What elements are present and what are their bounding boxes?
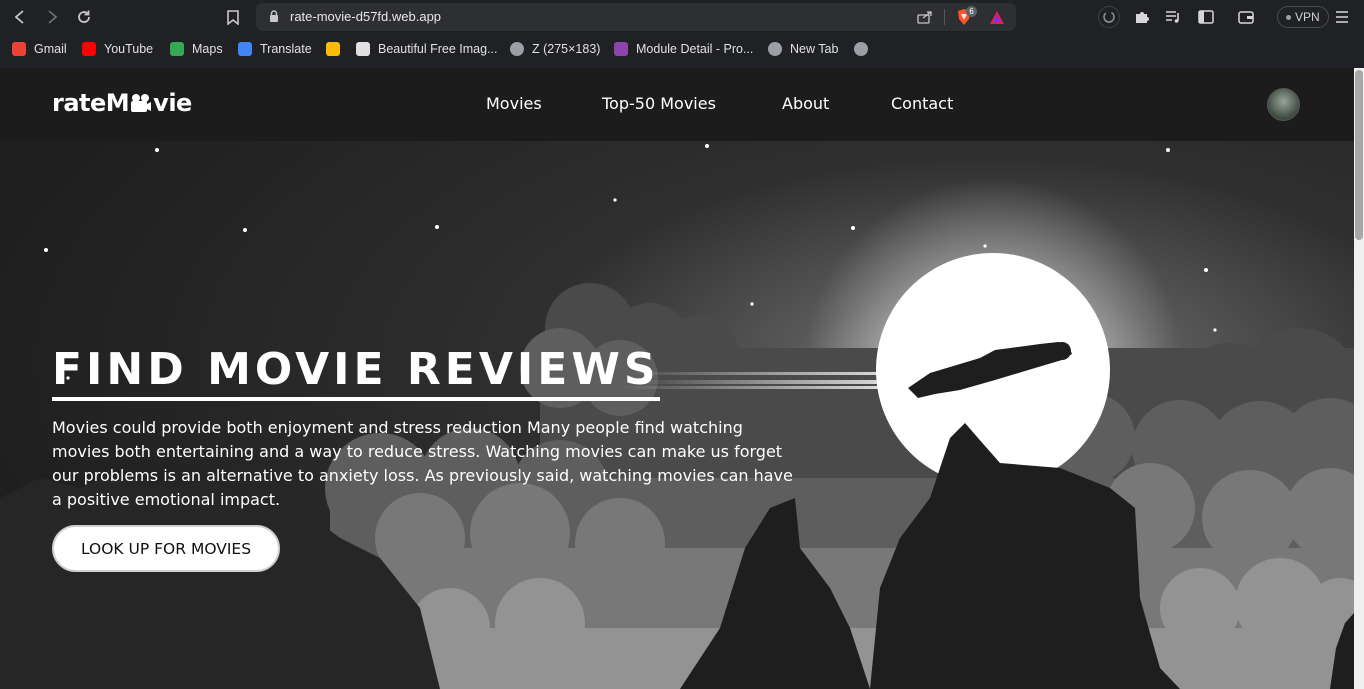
brave-shields-icon[interactable]: 6 [955, 6, 977, 26]
camera-icon [131, 94, 152, 112]
address-bar[interactable]: rate-movie-d57fd.web.app 6 [256, 3, 1016, 31]
hero-description: Movies could provide both enjoyment and … [52, 418, 793, 509]
speed-streaks [620, 372, 930, 389]
url-text: rate-movie-d57fd.web.app [290, 9, 442, 24]
hero-title: FIND MOVIE REVIEWS [52, 344, 660, 401]
wallet-icon[interactable] [1235, 6, 1257, 28]
youtube-icon [82, 42, 96, 56]
logo-text-end: vie [153, 89, 192, 117]
gmail-icon [12, 42, 26, 56]
drive-icon [326, 42, 340, 56]
sync-icon[interactable] [1098, 6, 1120, 28]
bookmark-item[interactable]: YouTube [82, 40, 153, 58]
bookmark-label: Module Detail - Pro... [636, 42, 754, 56]
back-icon[interactable] [9, 6, 31, 28]
bookmark-item[interactable]: Z (275×183) [510, 40, 600, 58]
vpn-status-dot [1286, 15, 1291, 21]
bookmark-label: Translate [260, 42, 312, 56]
bookmark-page-icon[interactable] [222, 6, 244, 28]
look-up-movies-button[interactable]: LOOK UP FOR MOVIES [52, 525, 280, 572]
bookmark-label: Z (275×183) [532, 42, 601, 56]
bookmark-label: Maps [192, 42, 223, 56]
browser-toolbar: rate-movie-d57fd.web.app 6 VPN [0, 0, 1364, 34]
brave-rewards-icon[interactable] [988, 8, 1006, 26]
nav-top-50-movies[interactable]: Top-50 Movies [602, 94, 716, 113]
vpn-label: VPN [1295, 10, 1320, 24]
bookmark-label: Beautiful Free Imag... [378, 42, 498, 56]
translate-icon [238, 42, 252, 56]
lock-icon [270, 10, 278, 22]
bookmark-item[interactable]: Translate [238, 40, 312, 58]
figure-head [1053, 342, 1071, 360]
nav-contact[interactable]: Contact [891, 94, 953, 113]
bookmark-label: Gmail [34, 42, 67, 56]
maps-icon [170, 42, 184, 56]
forward-icon[interactable] [41, 6, 63, 28]
bookmark-item[interactable] [326, 40, 348, 58]
site-logo[interactable]: rateM vie [52, 89, 192, 117]
globe-icon [510, 42, 524, 56]
bookmark-item[interactable]: Module Detail - Pro... [614, 40, 753, 58]
globe-icon [854, 42, 868, 56]
bookmark-item[interactable]: New Tab [768, 40, 838, 58]
module-icon [614, 42, 628, 56]
web-page: rateM vie Movies Top-50 Movies About Cont… [0, 68, 1354, 689]
playlist-icon[interactable] [1162, 6, 1184, 28]
globe-icon [768, 42, 782, 56]
vpn-button[interactable]: VPN [1277, 6, 1329, 28]
avatar[interactable] [1267, 88, 1300, 121]
nav-movies[interactable]: Movies [486, 94, 542, 113]
url-divider [944, 9, 945, 25]
bookmark-item[interactable]: Gmail [12, 40, 67, 58]
sidebar-icon[interactable] [1195, 6, 1217, 28]
site-navbar: rateM vie Movies Top-50 Movies About Cont… [0, 68, 1354, 141]
bookmark-label: New Tab [790, 42, 839, 56]
nav-about[interactable]: About [782, 94, 829, 113]
bookmark-label: YouTube [104, 42, 154, 56]
extensions-icon[interactable] [1131, 6, 1153, 28]
image-site-icon [356, 42, 370, 56]
page-scrollbar[interactable] [1354, 68, 1364, 689]
share-icon[interactable] [916, 8, 934, 26]
menu-icon[interactable] [1331, 6, 1353, 28]
bookmark-item[interactable]: Maps [170, 40, 223, 58]
reload-icon[interactable] [73, 6, 95, 28]
shields-badge: 6 [966, 6, 977, 17]
bookmark-item[interactable]: Beautiful Free Imag... [356, 40, 498, 58]
bookmarks-bar: Gmail YouTube Maps Translate Beautiful Free … [0, 36, 1364, 62]
bookmark-item[interactable] [854, 40, 876, 58]
logo-text-start: rateM [52, 89, 130, 117]
scrollbar-thumb[interactable] [1355, 70, 1363, 240]
browser-chrome: rate-movie-d57fd.web.app 6 VPN Gmail You… [0, 0, 1364, 68]
